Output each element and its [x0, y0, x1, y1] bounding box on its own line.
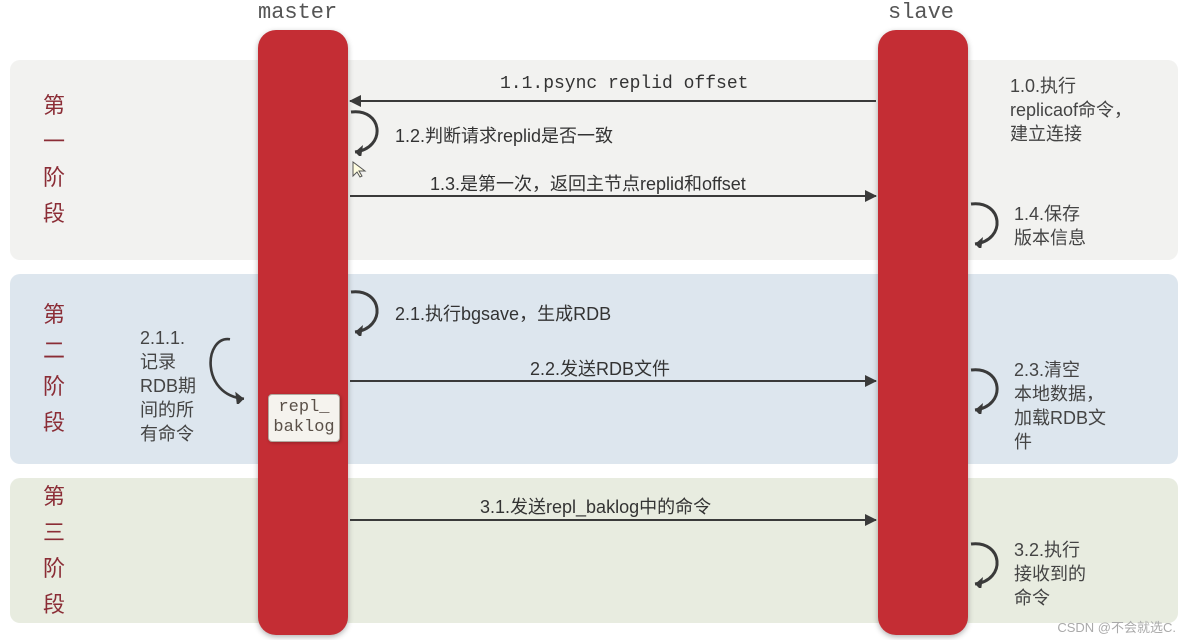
- phase-3-label: 第 三 阶 段: [42, 479, 66, 623]
- selfloop-2-3: [969, 366, 1007, 414]
- arrow-1-1: [350, 100, 876, 102]
- phase-1-label: 第 一 阶 段: [42, 88, 66, 232]
- msg-1-2: 1.2.判断请求replid是否一致: [395, 122, 613, 148]
- msg-2-1: 2.1.执行bgsave，生成RDB: [395, 300, 611, 326]
- note-1-4: 1.4.保存 版本信息: [1014, 202, 1086, 250]
- phase-2-label: 第 二 阶 段: [42, 297, 66, 441]
- selfloop-1-2: [349, 108, 387, 156]
- note-3-2: 3.2.执行 接收到的 命令: [1014, 538, 1086, 610]
- msg-3-1: 3.1.发送repl_baklog中的命令: [480, 493, 711, 519]
- selfloop-1-4: [969, 200, 1007, 248]
- master-header: master: [258, 0, 337, 25]
- msg-1-1: 1.1.psync replid offset: [500, 74, 748, 94]
- arrow-2-1-1: [200, 334, 260, 404]
- repl-baklog-box: repl_ baklog: [268, 394, 340, 442]
- selfloop-2-1: [349, 288, 387, 336]
- msg-1-3: 1.3.是第一次，返回主节点replid和offset: [430, 170, 746, 196]
- slave-header: slave: [888, 0, 954, 25]
- note-2-3: 2.3.清空 本地数据， 加载RDB文 件: [1014, 358, 1169, 454]
- watermark: CSDN @不会就选C.: [1057, 617, 1176, 636]
- repl-baklog-text: repl_ baklog: [273, 398, 334, 437]
- slave-lifeline: [878, 30, 968, 635]
- note-1-0: 1.0.执行 replicaof命令， 建立连接: [1010, 74, 1170, 146]
- arrow-3-1: [350, 519, 876, 521]
- msg-2-2: 2.2.发送RDB文件: [530, 355, 670, 381]
- selfloop-3-2: [969, 540, 1007, 588]
- master-lifeline: [258, 30, 348, 635]
